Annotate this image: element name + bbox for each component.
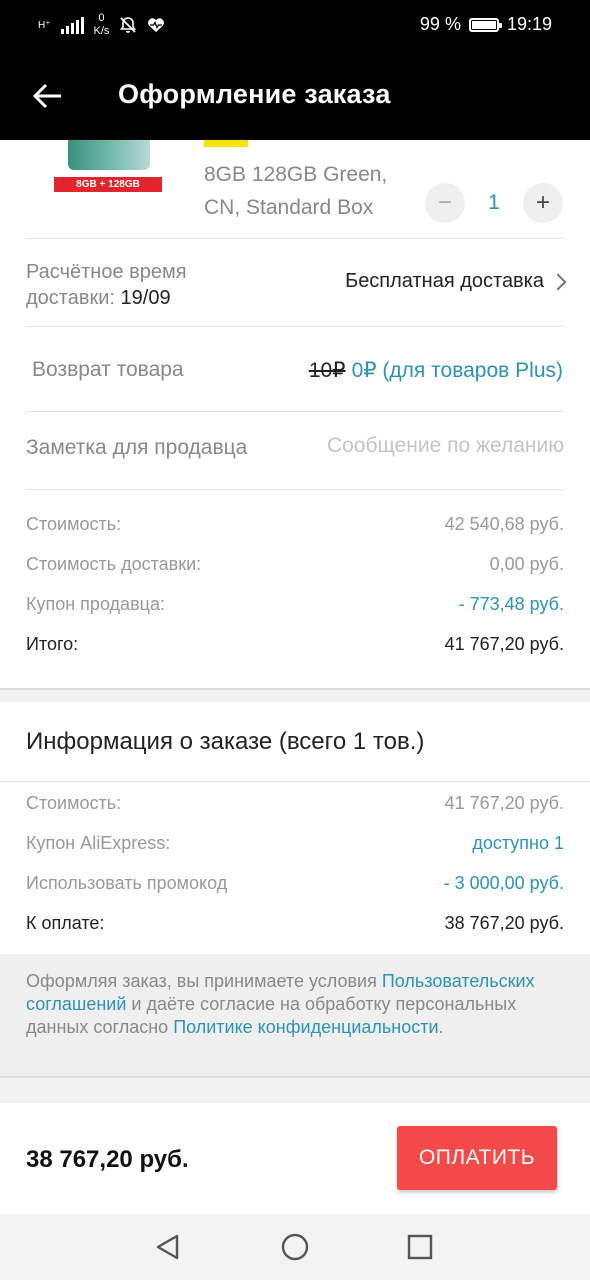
- quantity-value: 1: [488, 191, 500, 214]
- aliexpress-coupon-value[interactable]: доступно 1: [472, 833, 564, 854]
- amount-due: К оплате: 38 767,20 руб.: [26, 913, 564, 934]
- battery-fill: [471, 20, 496, 29]
- divider: [26, 411, 564, 412]
- summary-total: Итого: 41 767,20 руб.: [26, 634, 564, 655]
- section-separator: [0, 688, 590, 702]
- summary-cost-value: 42 540,68 руб.: [444, 514, 564, 534]
- order-cost-value: 41 767,20 руб.: [444, 793, 564, 813]
- status-bar: H⁺ 0 K/s 99 % 19:19: [0, 0, 590, 52]
- delivery-time-label: Расчётное время доставки: 19/09: [26, 259, 256, 311]
- battery-icon: [468, 17, 502, 32]
- product-tag: [204, 140, 248, 147]
- page-title: Оформление заказа: [118, 79, 391, 109]
- home-circle-icon[interactable]: [278, 1230, 312, 1264]
- app-bar: Оформление заказа: [0, 52, 590, 140]
- terms-text-1: Оформляя заказ, вы принимаете условия: [26, 971, 382, 991]
- battery-percent: 99 %: [419, 14, 461, 34]
- terms-text-3: .: [438, 1017, 444, 1037]
- summary-cost-label: Стоимость:: [26, 514, 122, 534]
- promo-code-value[interactable]: - 3 000,00 руб.: [444, 873, 564, 894]
- divider: [0, 781, 590, 782]
- delivery-option[interactable]: Бесплатная доставка: [345, 270, 567, 293]
- seller-note-label: Заметка для продавца: [26, 436, 248, 459]
- summary-shipping-label: Стоимость доставки:: [26, 554, 202, 574]
- seller-coupon-value[interactable]: - 773,48 руб.: [459, 594, 564, 615]
- summary-shipping-value: 0,00 руб.: [489, 554, 564, 574]
- status-left: H⁺ 0 K/s: [38, 12, 165, 38]
- aliexpress-coupon-row[interactable]: Купон AliExpress: доступно 1: [26, 833, 564, 854]
- clock: 19:19: [506, 14, 552, 34]
- checkout-footer: 38 767,20 руб. ОПЛАТИТЬ: [0, 1103, 590, 1214]
- quantity-stepper: − 1 +: [425, 183, 563, 223]
- summary-total-value: 41 767,20 руб.: [444, 634, 564, 654]
- summary-total-label: Итого:: [26, 634, 79, 654]
- privacy-policy-link[interactable]: Политике конфиденциальности: [173, 1017, 438, 1037]
- pay-button[interactable]: ОПЛАТИТЬ: [397, 1126, 557, 1190]
- amount-due-value: 38 767,20 руб.: [444, 913, 564, 933]
- recents-square-icon[interactable]: [403, 1230, 437, 1264]
- decrease-quantity-button[interactable]: −: [425, 183, 465, 223]
- system-nav-bar: [0, 1214, 590, 1280]
- aliexpress-coupon-label: Купон AliExpress:: [26, 833, 171, 853]
- health-heart-icon: [148, 18, 165, 32]
- network-speed-unit: K/s: [93, 25, 110, 37]
- terms-notice: Оформляя заказ, вы принимаете условия По…: [0, 954, 590, 1076]
- network-speed-value: 0: [98, 12, 105, 24]
- return-new-price: 0₽ (для товаров Plus): [351, 359, 563, 382]
- product-image-badge: 8GB + 128GB: [54, 177, 162, 192]
- divider: [26, 326, 564, 327]
- increase-quantity-button[interactable]: +: [523, 183, 563, 223]
- divider: [26, 238, 564, 239]
- product-image[interactable]: 8GB + 128GB: [54, 140, 164, 194]
- chevron-right-icon: [549, 273, 567, 290]
- signal-icon: [60, 16, 84, 34]
- order-cost-label: Стоимость:: [26, 793, 122, 813]
- return-label: Возврат товара: [32, 358, 184, 381]
- summary-seller-coupon[interactable]: Купон продавца: - 773,48 руб.: [26, 594, 564, 615]
- return-old-price: 10₽: [308, 359, 346, 382]
- phone-picture: [68, 140, 150, 170]
- summary-cost: Стоимость: 42 540,68 руб.: [26, 514, 564, 535]
- promo-code-row[interactable]: Использовать промокод - 3 000,00 руб.: [26, 873, 564, 894]
- promo-code-label: Использовать промокод: [26, 873, 228, 893]
- summary-shipping: Стоимость доставки: 0,00 руб.: [26, 554, 564, 575]
- delivery-option-label: Бесплатная доставка: [345, 270, 544, 292]
- order-info-title: Информация о заказе (всего 1 тов.): [26, 728, 425, 755]
- seller-coupon-label: Купон продавца:: [26, 594, 165, 614]
- product-variant: 8GB 128GB Green, CN, Standard Box: [204, 163, 388, 219]
- footer-total: 38 767,20 руб.: [26, 1146, 189, 1173]
- seller-note-input[interactable]: [294, 434, 564, 458]
- network-type: H⁺: [38, 19, 51, 31]
- arrow-left-icon[interactable]: [30, 78, 66, 114]
- mute-bell-icon: [120, 17, 137, 33]
- divider: [26, 489, 564, 490]
- status-right: 99 % 19:19: [420, 14, 552, 35]
- delivery-date: 19/09: [120, 287, 171, 309]
- back-triangle-icon[interactable]: [151, 1230, 185, 1264]
- network-speed: 0 K/s: [94, 12, 110, 38]
- amount-due-label: К оплате:: [26, 913, 105, 933]
- section-separator: [0, 1076, 590, 1103]
- order-cost: Стоимость: 41 767,20 руб.: [26, 793, 564, 814]
- return-price: 10₽ 0₽ (для товаров Plus): [309, 358, 563, 383]
